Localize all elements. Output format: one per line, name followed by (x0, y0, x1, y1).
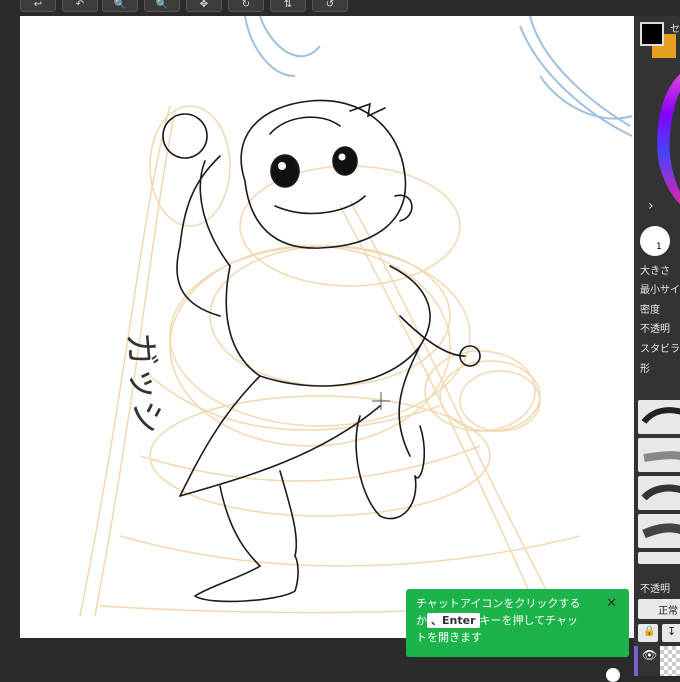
active-layer-indicator (634, 646, 638, 676)
back-icon: ↩ (33, 0, 43, 10)
zoom-in-button[interactable]: 🔍 (144, 0, 180, 12)
reset-button[interactable]: ↺ (312, 0, 348, 12)
blend-mode-value: 正常 (658, 606, 678, 617)
sketch-artwork: ガッシ (79, 16, 633, 617)
brush-size-badge: 1 (656, 242, 662, 252)
merge-down-button[interactable]: ↧ (662, 624, 680, 642)
brush-tool-icon[interactable]: 1 (640, 226, 670, 256)
min-size-label: 最小サイ (640, 285, 680, 296)
lock-button[interactable]: 🔒 (638, 624, 658, 642)
panel-header-fragment: セ (670, 24, 680, 35)
brush-preset-3[interactable] (638, 476, 680, 510)
size-label: 大きさ (640, 266, 670, 277)
layer-thumbnail[interactable] (660, 646, 680, 676)
undo-button[interactable]: ↶ (62, 0, 98, 12)
foreground-color-swatch[interactable] (640, 22, 664, 46)
move-button[interactable]: ✥ (186, 0, 222, 12)
brush-preset-4[interactable] (638, 514, 680, 548)
sketch-sound-effect-text: ガッシ (119, 331, 168, 436)
right-panel: セ › 1 大きさ 最小サイ 密度 不透明 スタビラ 形 不透明 正常 🔒 ↧ … (634, 16, 680, 676)
blend-mode-select[interactable]: 正常 (638, 599, 680, 619)
layer-visibility-icon[interactable]: 👁 (642, 648, 657, 662)
expand-arrow-icon[interactable]: › (648, 198, 654, 214)
shape-label: 形 (640, 364, 650, 375)
zoom-out-button[interactable]: 🔍 (102, 0, 138, 12)
brush-preset-1[interactable] (638, 400, 680, 434)
undo-icon: ↶ (75, 0, 85, 10)
close-icon[interactable]: ✕ (606, 595, 617, 612)
enter-key-badge: 、Enter (427, 613, 480, 628)
tooltip-line-2-suffix: キーを押してチャッ (479, 614, 579, 627)
flip-button[interactable]: ⇅ (270, 0, 306, 12)
crosshair-cursor-icon (372, 392, 390, 410)
merge-down-icon: ↧ (667, 625, 677, 638)
zoom-in-icon: 🔍 (155, 0, 169, 10)
layer-opacity-label: 不透明 (640, 584, 670, 595)
move-icon: ✥ (199, 0, 209, 10)
density-label: 密度 (640, 305, 660, 316)
brush-preset-5[interactable] (638, 552, 680, 564)
tooltip-line-3: トを開きます (416, 631, 482, 644)
reset-icon: ↺ (325, 0, 335, 10)
tooltip-line-2: か、Enter キーを押してチャッ (416, 612, 607, 629)
lock-icon: 🔒 (643, 626, 656, 637)
zoom-out-icon: 🔍 (113, 0, 127, 10)
color-wheel[interactable] (654, 74, 680, 204)
chat-tooltip: ✕ チャットアイコンをクリックする か、Enter キーを押してチャッ トを開きま… (406, 589, 629, 657)
opacity-label: 不透明 (640, 324, 670, 335)
tooltip-line-2-prefix: か (416, 614, 427, 627)
back-button[interactable]: ↩ (20, 0, 56, 12)
tooltip-line-1: チャットアイコンをクリックする (416, 597, 581, 610)
flip-icon: ⇅ (283, 0, 293, 10)
chat-icon[interactable] (606, 668, 620, 682)
stabilizer-label: スタビラ (640, 344, 680, 355)
rotate-icon: ↻ (241, 0, 251, 10)
rotate-button[interactable]: ↻ (228, 0, 264, 12)
top-toolbar: ↩ ↶ 🔍 🔍 ✥ ↻ ⇅ ↺ (0, 0, 680, 16)
brush-preset-2[interactable] (638, 438, 680, 472)
drawing-canvas[interactable]: ガッシ (20, 16, 634, 638)
